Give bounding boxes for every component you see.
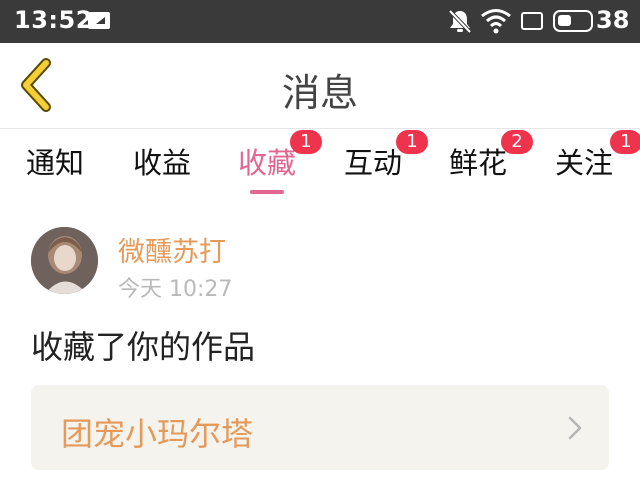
tab-label: 互动 xyxy=(344,146,403,180)
battery-level: 38 xyxy=(596,6,630,34)
battery-icon xyxy=(553,10,593,32)
unread-badge: 2 xyxy=(501,130,533,154)
active-tab-indicator xyxy=(250,190,284,194)
sim-icon xyxy=(88,12,110,29)
header: 消息 xyxy=(0,43,640,129)
tab-label: 通知 xyxy=(26,146,85,180)
tab-follows[interactable]: 关注 1 xyxy=(555,130,640,190)
tab-label: 收益 xyxy=(133,146,192,180)
unread-badge: 1 xyxy=(396,130,428,154)
tab-label: 收藏 xyxy=(238,146,297,180)
mute-icon xyxy=(448,9,472,34)
tab-interactions[interactable]: 互动 1 xyxy=(344,130,428,190)
message-text: 收藏了你的作品 xyxy=(31,328,256,366)
tab-earnings[interactable]: 收益 xyxy=(133,140,191,190)
unread-badge: 1 xyxy=(290,130,322,154)
screen-icon xyxy=(521,12,543,30)
status-bar: 13:52 38 xyxy=(0,0,640,43)
tab-label: 关注 xyxy=(555,146,614,180)
tab-bar: 通知 收益 收藏 1 互动 1 鲜花 2 关注 1 xyxy=(0,130,640,194)
tab-notifications[interactable]: 通知 xyxy=(26,140,84,190)
tab-flowers[interactable]: 鲜花 2 xyxy=(449,130,533,190)
work-title: 团宠小玛尔塔 xyxy=(61,415,254,453)
unread-badge: 1 xyxy=(610,130,640,154)
page-title: 消息 xyxy=(281,71,358,115)
status-time: 13:52 xyxy=(14,6,93,34)
wifi-icon xyxy=(481,9,511,34)
tab-label: 鲜花 xyxy=(449,146,508,180)
message-time: 今天 10:27 xyxy=(118,277,233,302)
avatar-image xyxy=(31,227,98,294)
chevron-right-icon xyxy=(568,416,582,440)
work-link-card[interactable]: 团宠小玛尔塔 xyxy=(31,385,609,470)
avatar[interactable] xyxy=(31,227,98,294)
tab-favorites[interactable]: 收藏 1 xyxy=(238,130,322,194)
sender-name[interactable]: 微醺苏打 xyxy=(118,230,226,269)
